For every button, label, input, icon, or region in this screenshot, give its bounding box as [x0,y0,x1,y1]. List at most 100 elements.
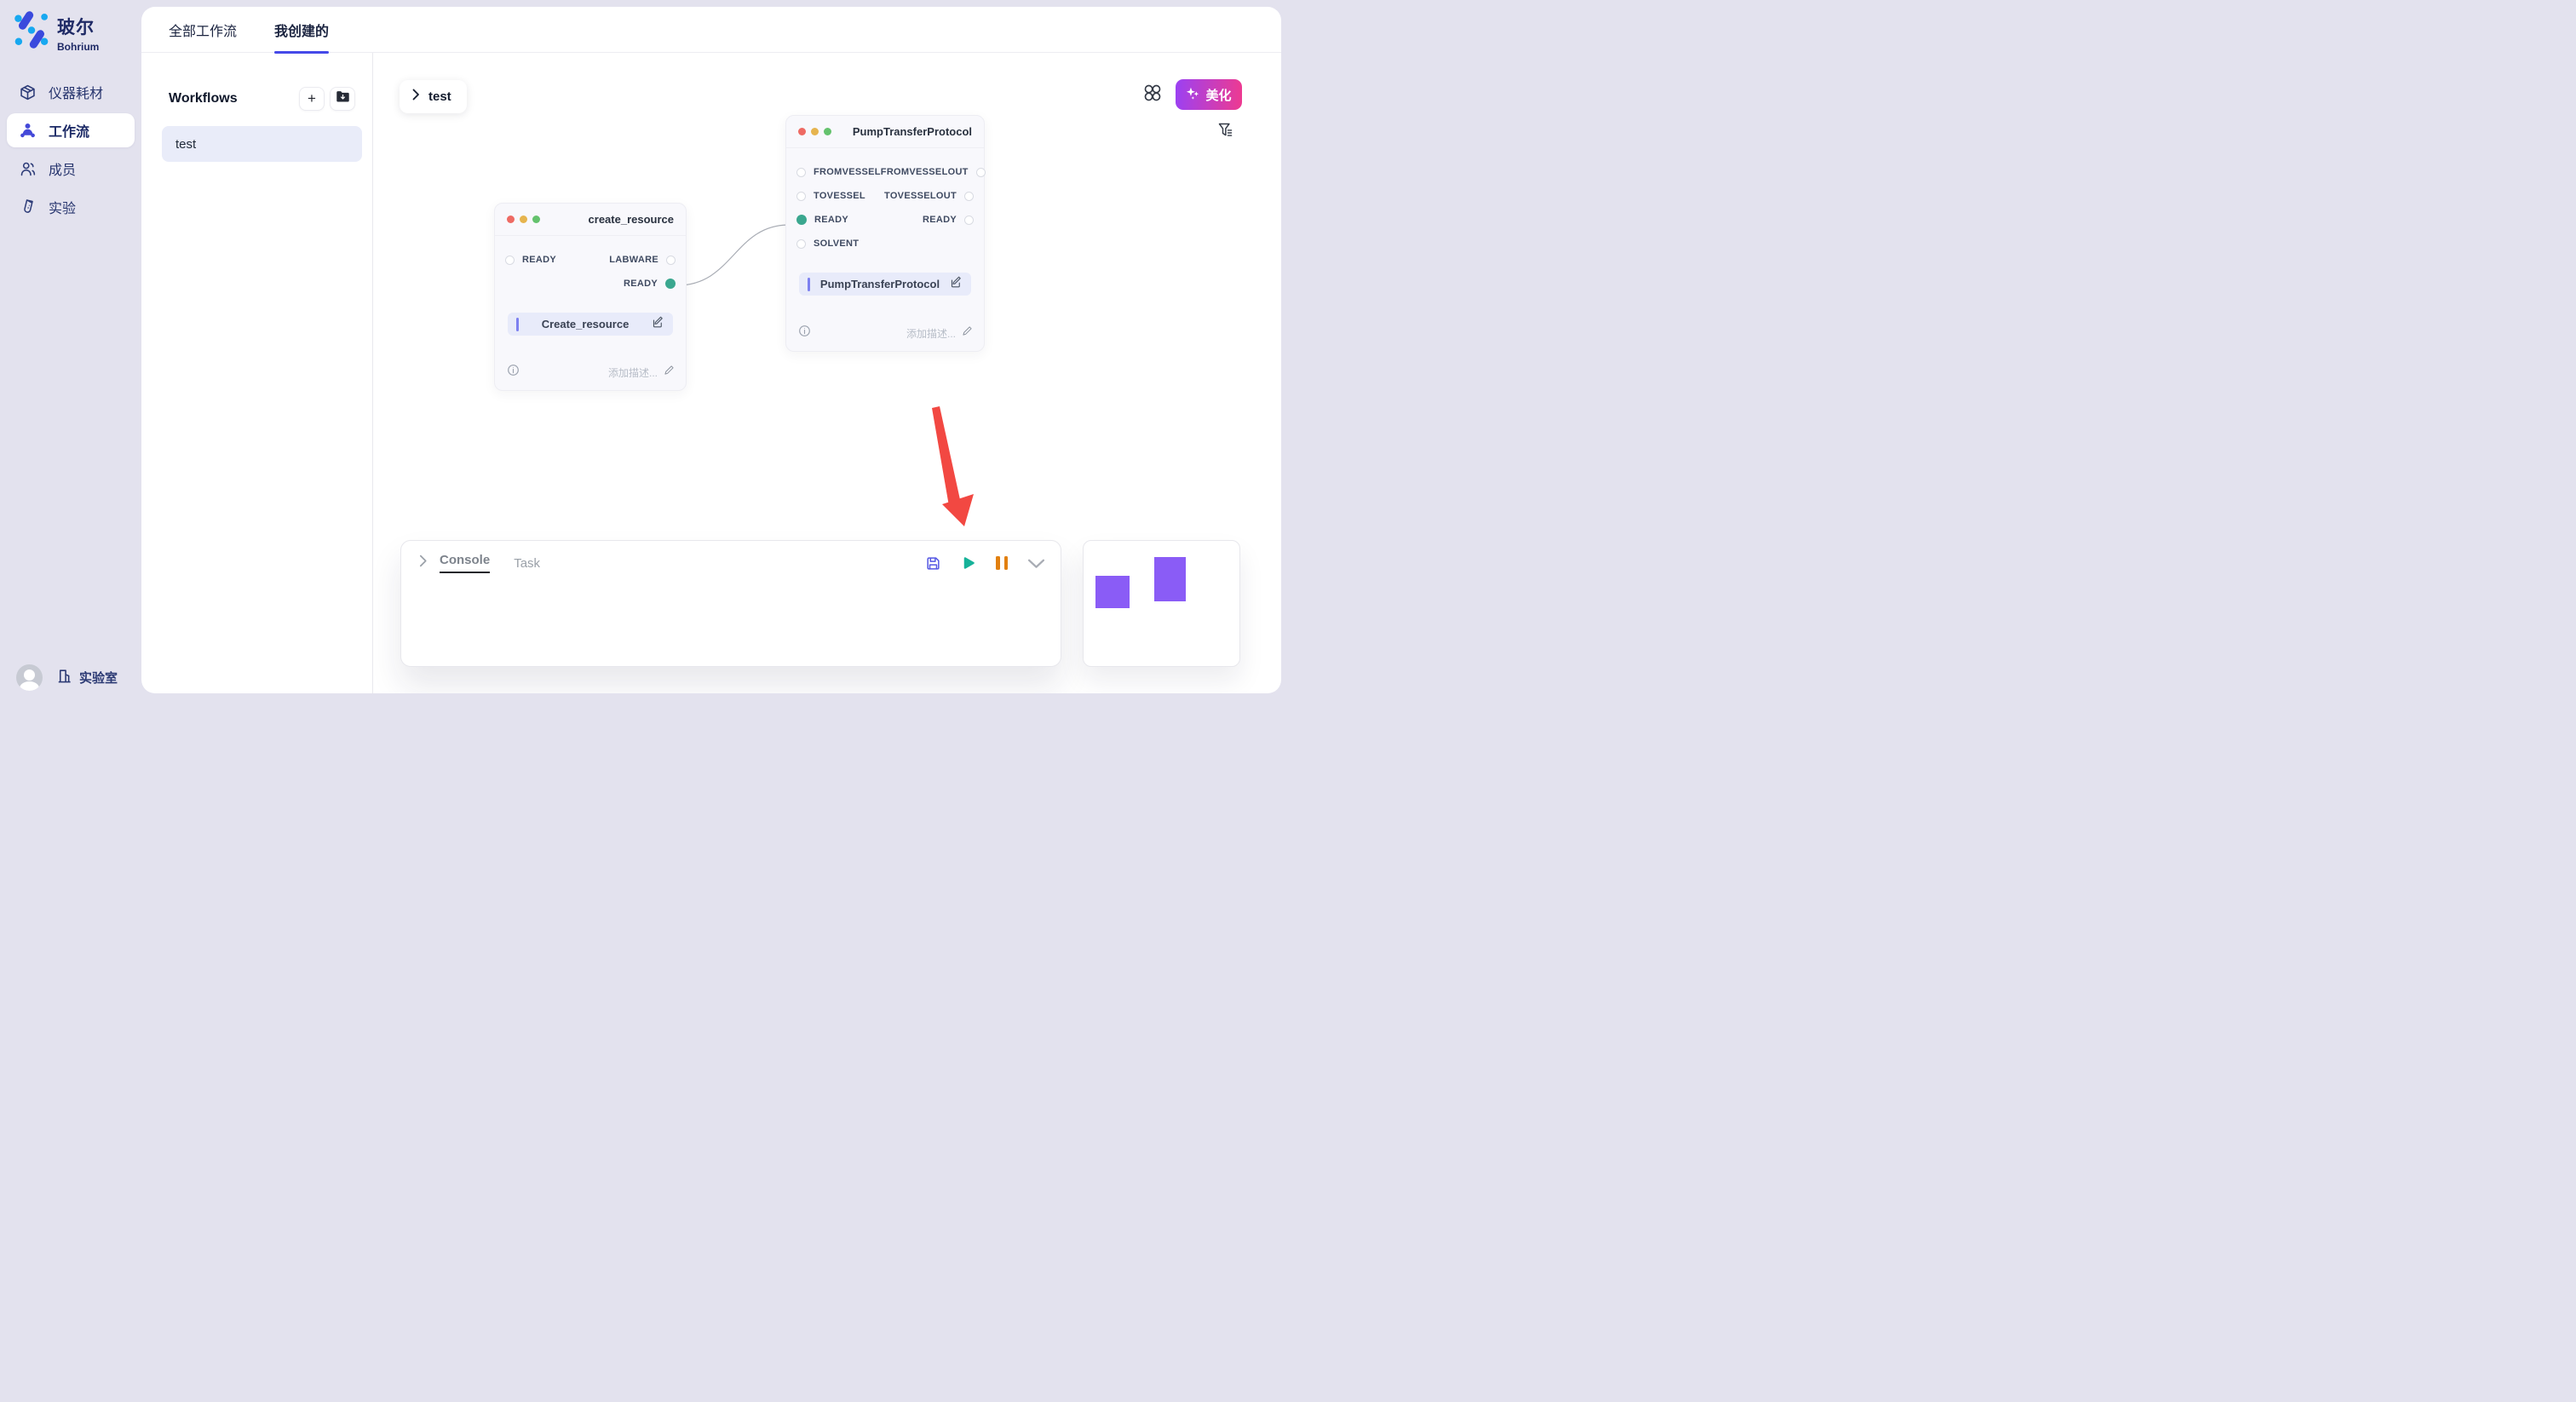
dot-red-icon [507,215,515,223]
node-title: PumpTransferProtocol [853,125,972,138]
breadcrumb[interactable]: test [400,80,467,113]
output-port-ready[interactable]: READY [923,215,974,225]
lab-switcher[interactable]: 实验室 [56,668,118,687]
sidebar-item-members[interactable]: 成员 [7,152,135,186]
edit-icon[interactable] [652,316,664,333]
brand-logo[interactable]: 玻尔 Bohrium [0,0,141,53]
brand-name-zh: 玻尔 [57,14,99,39]
expand-chevron-down-icon[interactable] [1027,558,1045,569]
sidebar-item-label: 成员 [49,158,76,179]
port-circle-icon[interactable] [964,215,974,225]
console-panel: Console Task [400,540,1061,667]
experiment-icon [19,198,37,216]
main-panel: 全部工作流 我创建的 Workflows + [141,7,1281,693]
building-icon [56,668,72,687]
edge-create-to-pump [677,225,788,285]
dot-yellow-icon [811,128,819,135]
filter-button[interactable] [1215,119,1235,140]
minimap-node-pump [1154,557,1186,601]
lab-label: 实验室 [79,669,118,687]
port-circle-connected-icon[interactable] [665,279,676,289]
filter-icon [1216,121,1234,139]
edit-icon[interactable] [950,276,963,293]
port-circle-icon[interactable] [976,168,986,177]
minimap[interactable] [1083,540,1240,667]
info-icon[interactable] [507,364,520,381]
node-title: create_resource [589,213,674,226]
node-action-pill[interactable]: PumpTransferProtocol [799,273,971,296]
dot-green-icon [824,128,831,135]
sidebar-footer: 实验室 [0,664,141,691]
workflow-icon [19,122,37,140]
port-circle-icon[interactable] [796,239,806,249]
sidebar-menu: 仪器耗材 工作流 [0,75,141,224]
input-port-fromvessel[interactable]: FROMVESSEL [796,167,881,177]
minimap-node-create-resource [1095,576,1130,608]
port-circle-icon[interactable] [666,256,676,265]
input-port-ready[interactable]: READY [505,255,556,265]
members-icon [19,160,37,178]
output-port-fromvesselout[interactable]: FROMVESSELOUT [881,167,986,177]
node-pump-transfer-protocol[interactable]: PumpTransferProtocol FROMVESSEL FROMVESS… [785,115,985,352]
bohrium-logo-icon [13,11,50,49]
layout-grid-button[interactable] [1141,82,1164,104]
workflow-list-panel: Workflows + [141,53,373,693]
input-port-solvent[interactable]: SOLVENT [796,238,859,249]
node-header: create_resource [495,204,686,236]
pause-button[interactable] [996,556,1008,570]
beautify-label: 美化 [1205,86,1231,104]
sparkles-icon [1186,86,1200,104]
output-port-tovesselout[interactable]: TOVESSELOUT [884,191,974,201]
add-description[interactable]: 添加描述... [608,365,675,380]
plus-icon: + [308,91,316,106]
save-icon [925,555,941,572]
add-description[interactable]: 添加描述... [906,325,973,341]
port-circle-connected-icon[interactable] [796,215,807,225]
tab-created-by-me[interactable]: 我创建的 [274,7,329,53]
pencil-icon [962,325,973,341]
info-icon[interactable] [798,325,811,342]
workflow-list-header: Workflows + [169,87,355,111]
chevron-right-icon [411,89,420,105]
sidebar-item-instruments[interactable]: 仪器耗材 [7,75,135,109]
node-action-pill[interactable]: Create_resource [508,313,673,336]
pencil-icon [664,365,675,380]
output-port-labware[interactable]: LABWARE [609,255,676,265]
package-icon [19,83,37,101]
brand-name-en: Bohrium [57,41,99,53]
flow-canvas[interactable]: test 美化 [373,53,1281,693]
workflow-list-item-test[interactable]: test [162,126,362,162]
port-circle-icon[interactable] [505,256,515,265]
red-annotation-arrow [932,406,974,526]
workflow-list-title: Workflows [169,91,238,106]
input-port-ready[interactable]: READY [796,215,848,225]
breadcrumb-label: test [428,89,451,104]
input-port-tovessel[interactable]: TOVESSEL [796,191,865,201]
console-tab-task[interactable]: Task [514,556,540,571]
port-circle-icon[interactable] [964,192,974,201]
app-root: 玻尔 Bohrium 仪器耗材 [0,0,1288,701]
command-grid-icon [1142,83,1163,103]
output-port-ready[interactable]: READY [624,279,676,289]
folder-download-icon [336,90,350,107]
sidebar-item-workflows[interactable]: 工作流 [7,113,135,147]
sidebar-item-label: 工作流 [49,120,89,141]
run-button[interactable] [961,555,976,571]
save-button[interactable] [925,555,941,572]
tab-all-workflows[interactable]: 全部工作流 [169,7,237,53]
workflow-tabbar: 全部工作流 我创建的 [141,7,1281,53]
sidebar-item-experiments[interactable]: 实验 [7,190,135,224]
port-circle-icon[interactable] [796,192,806,201]
beautify-button[interactable]: 美化 [1176,79,1242,110]
dot-red-icon [798,128,806,135]
port-circle-icon[interactable] [796,168,806,177]
avatar[interactable] [16,664,43,691]
collapse-chevron-icon[interactable] [417,554,428,572]
node-create-resource[interactable]: create_resource READY LABWARE [494,203,687,391]
import-folder-button[interactable] [330,87,355,111]
run-icon [961,555,976,571]
sidebar-item-label: 实验 [49,197,76,217]
traffic-light-dots [507,215,540,223]
console-tab-console[interactable]: Console [440,553,490,573]
add-workflow-button[interactable]: + [299,87,325,111]
